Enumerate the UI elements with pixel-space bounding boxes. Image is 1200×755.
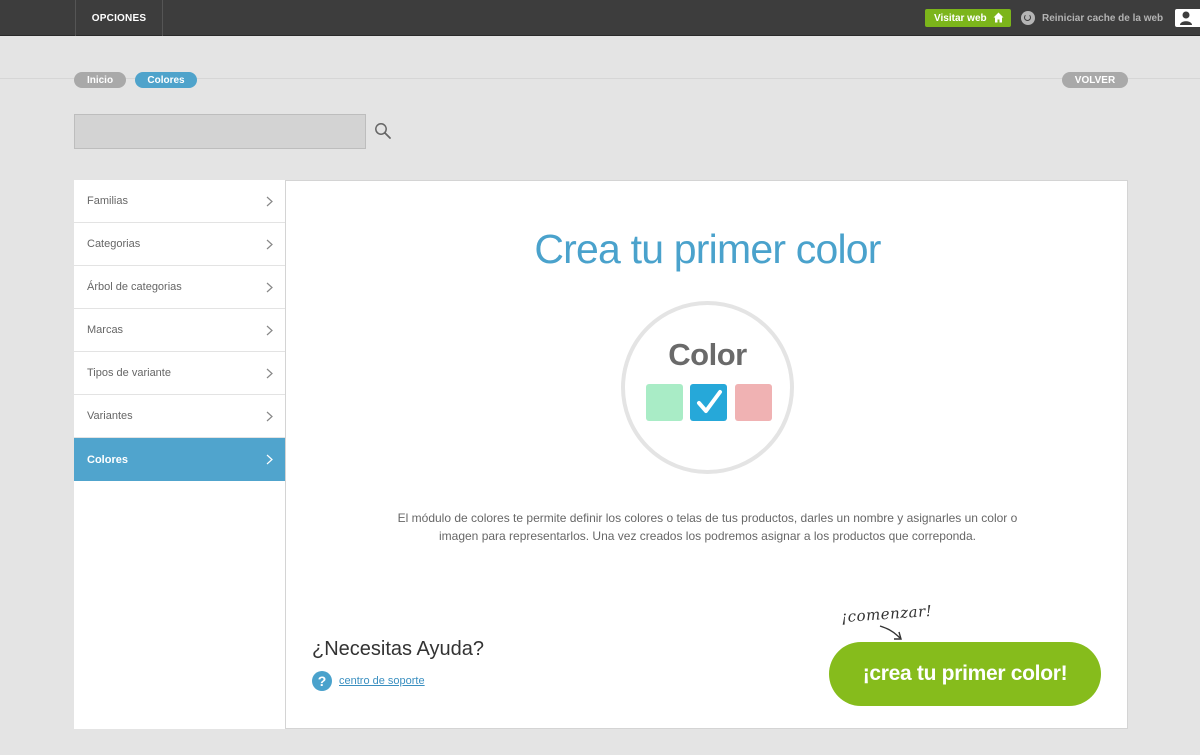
breadcrumb-current[interactable]: Colores (135, 72, 197, 88)
sidebar-item-variantes[interactable]: Variantes (74, 395, 285, 438)
main-panel: Crea tu primer color Color El módulo de … (285, 180, 1128, 729)
question-circle-icon: ? (312, 671, 332, 691)
search-input[interactable] (74, 114, 366, 149)
chevron-right-icon (266, 196, 273, 207)
sidebar-item-marcas[interactable]: Marcas (74, 309, 285, 352)
reset-cache-button[interactable]: Reiniciar cache de la web (1021, 10, 1163, 26)
sidebar-item-arbol-categorias[interactable]: Árbol de categorias (74, 266, 285, 309)
create-first-color-button[interactable]: ¡crea tu primer color! (829, 642, 1101, 706)
module-description: El módulo de colores te permite definir … (397, 511, 1018, 543)
sidebar-item-label: Tipos de variante (87, 367, 171, 379)
chevron-right-icon (266, 454, 273, 465)
sidebar-item-label: Categorias (87, 238, 141, 250)
visit-web-label: Visitar web (934, 12, 987, 24)
swatch-green (646, 384, 683, 421)
chevron-right-icon (266, 282, 273, 293)
sidebar-item-tipos-variante[interactable]: Tipos de variante (74, 352, 285, 395)
swatch-pink (735, 384, 772, 421)
sidebar-item-label: Colores (87, 453, 128, 466)
sidebar-item-label: Familias (87, 195, 128, 207)
help-heading: ¿Necesitas Ayuda? (312, 638, 484, 660)
sidebar-item-categorias[interactable]: Categorias (74, 223, 285, 266)
options-menu-tab[interactable]: OPCIONES (75, 0, 163, 36)
chevron-right-icon (266, 239, 273, 250)
top-bar: OPCIONES Visitar web Reiniciar cache de … (0, 0, 1200, 36)
user-menu-button[interactable] (1175, 9, 1200, 27)
sidebar-item-label: Variantes (87, 410, 133, 422)
back-button[interactable]: VOLVER (1062, 72, 1128, 88)
sidebar-item-colores[interactable]: Colores (74, 438, 285, 481)
chevron-right-icon (266, 411, 273, 422)
page-title: Crea tu primer color (534, 226, 881, 272)
color-illustration: Color (621, 301, 794, 474)
support-center-link[interactable]: centro de soporte (339, 675, 425, 687)
home-icon (993, 12, 1004, 23)
checkmark-icon (697, 390, 722, 413)
curved-arrow-icon (879, 625, 902, 640)
illustration-word: Color (668, 337, 747, 372)
user-icon (1180, 11, 1192, 25)
swatch-blue-checked (690, 384, 727, 421)
sidebar-item-label: Árbol de categorias (87, 281, 182, 293)
reset-cache-label: Reiniciar cache de la web (1042, 12, 1164, 24)
sidebar-item-label: Marcas (87, 324, 124, 336)
chevron-right-icon (266, 325, 273, 336)
search-icon[interactable] (374, 122, 392, 140)
chevron-right-icon (266, 368, 273, 379)
sidebar-item-familias[interactable]: Familias (74, 180, 285, 223)
start-note: ¡comenzar! (840, 601, 933, 627)
sidebar: Familias Categorias Árbol de categorias … (74, 180, 285, 729)
refresh-icon (1021, 11, 1035, 25)
breadcrumb-home[interactable]: Inicio (74, 72, 126, 88)
visit-web-button[interactable]: Visitar web (925, 9, 1011, 27)
